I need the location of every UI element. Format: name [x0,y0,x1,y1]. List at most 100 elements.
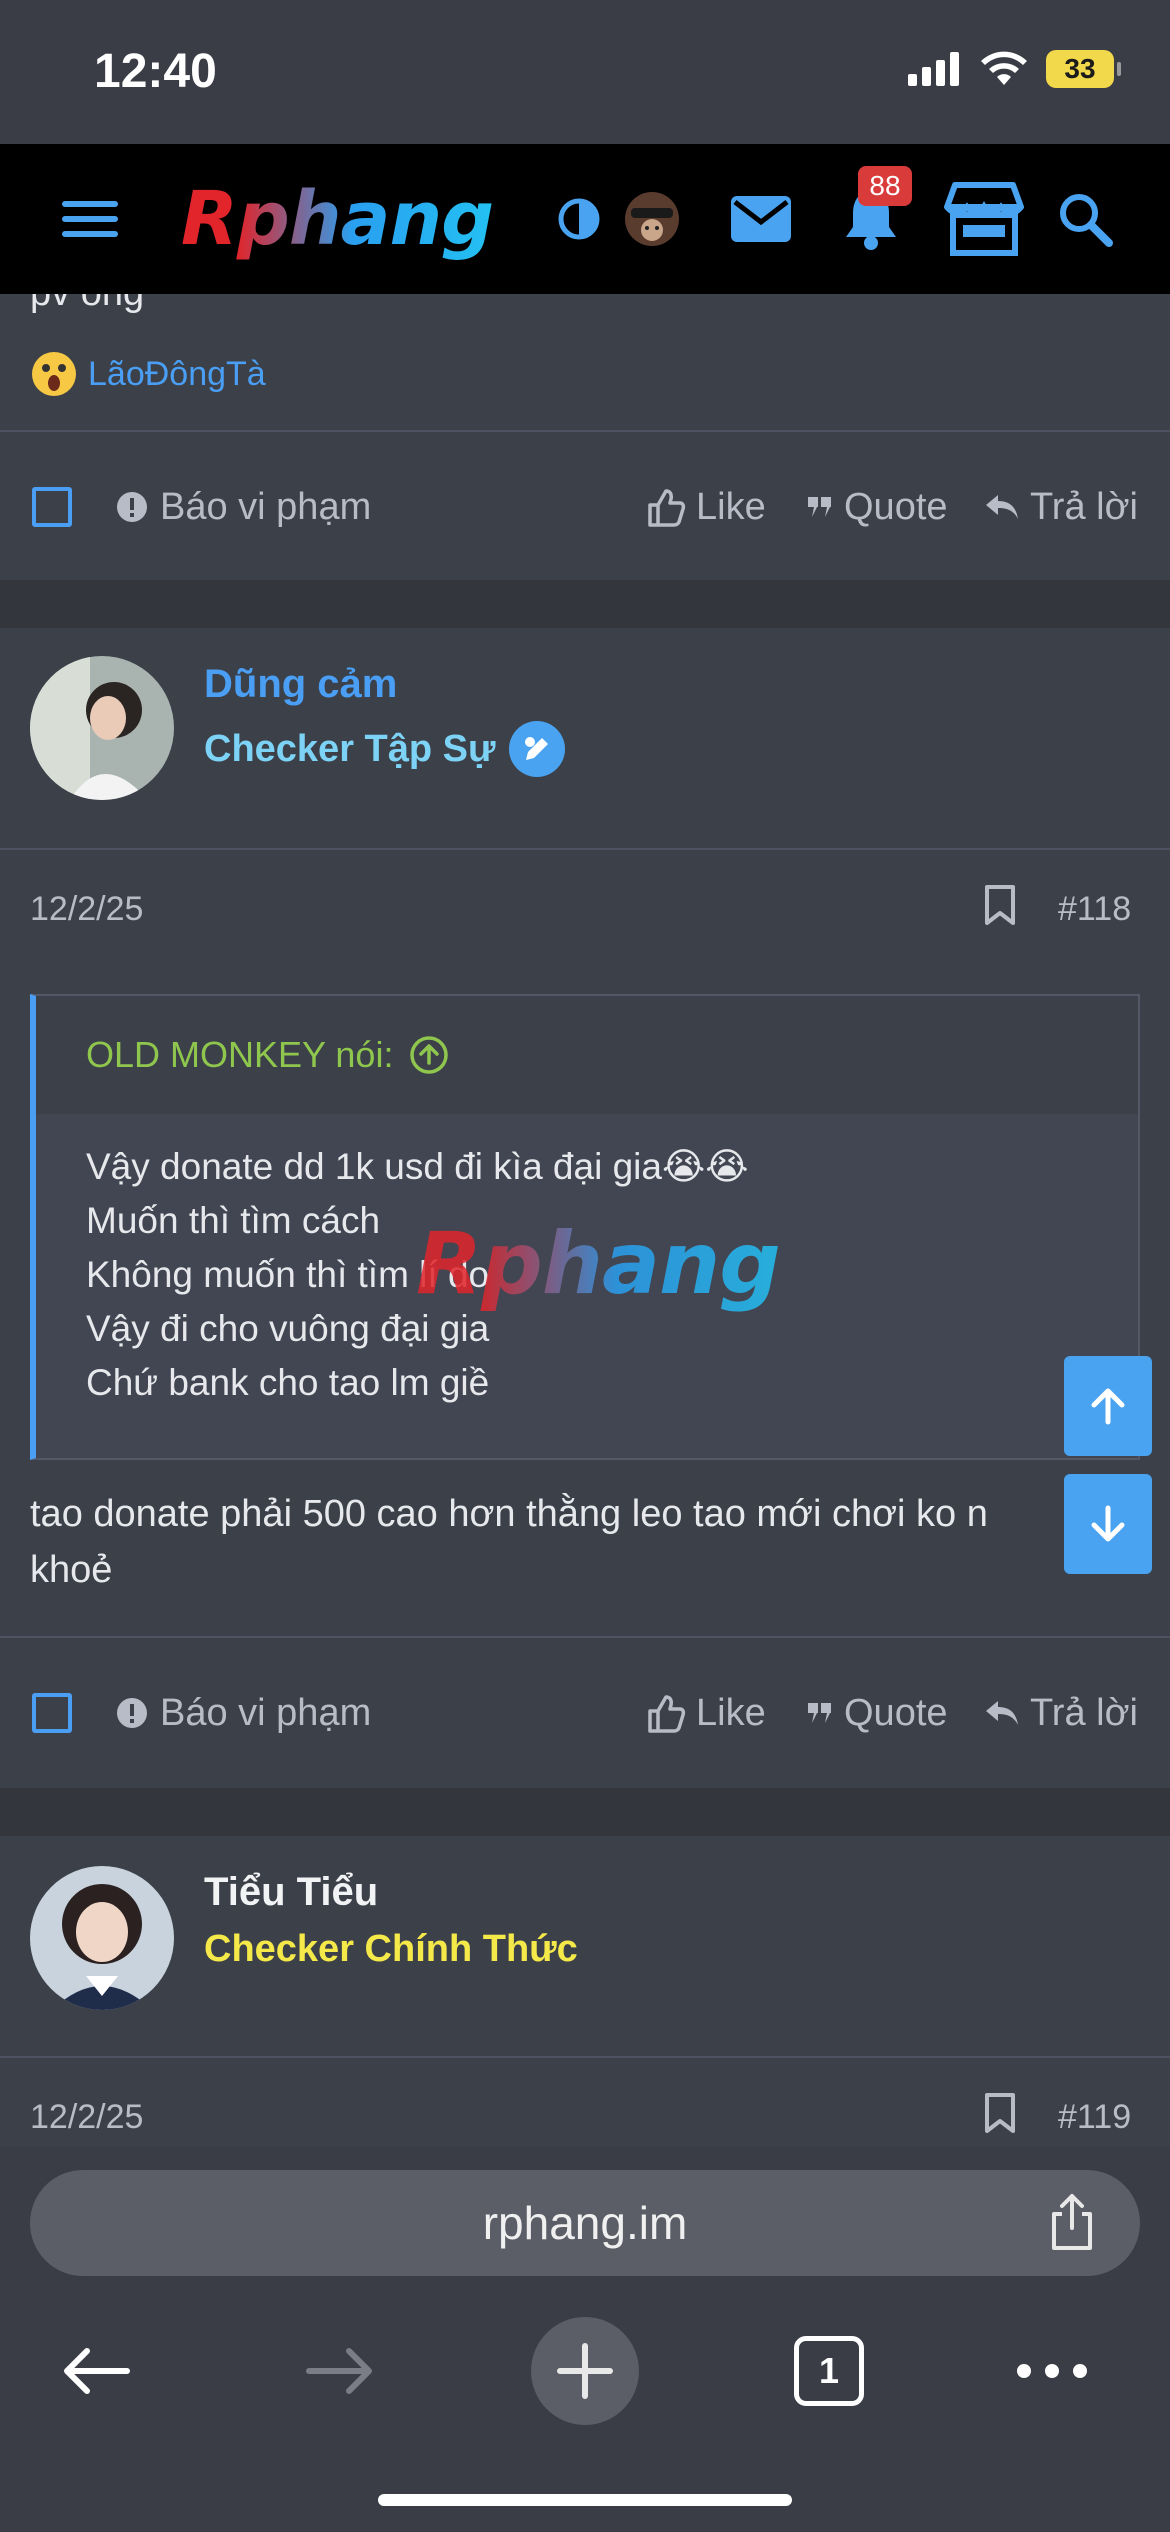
avatar[interactable] [30,1866,174,2010]
user-avatar-image [30,656,174,800]
bookmark-button[interactable] [984,2092,1016,2139]
post-number[interactable]: #118 [1058,890,1131,929]
post-separator [0,580,1170,628]
quote-label: Quote [844,485,948,528]
post-date[interactable]: 12/2/25 [30,2098,143,2137]
hamburger-icon [62,201,118,237]
surprised-emoji-icon [32,352,76,396]
post-body-line: khoẻ [30,1549,113,1591]
reply-label: Trả lời [1030,485,1138,528]
battery-indicator: 33 [1046,50,1121,88]
select-checkbox[interactable] [32,1638,72,1788]
like-label: Like [696,485,766,528]
post-date[interactable]: 12/2/25 [30,890,143,929]
reply-icon [986,1701,1018,1725]
username-link[interactable]: Dũng cảm [204,662,397,707]
site-logo[interactable]: Rphang [164,144,510,294]
post-body-line: tao donate phải 500 cao hơn thằng leo ta… [30,1493,988,1535]
quote-block: OLD MONKEY nói: Vậy donate dd 1k usd đi … [30,994,1140,1460]
reply-label: Trả lời [1030,1691,1138,1734]
post-118: Dũng cảm Checker Tập Sự 12/2/25 #118 OLD… [0,628,1170,1788]
thumbs-up-icon [648,489,686,527]
thread-content: pv ông LãoĐôngTà Báo vi phạm Like Quote [0,294,1170,2146]
scroll-bottom-button[interactable] [1064,1474,1152,1574]
divider [0,848,1170,850]
status-bar: 12:40 33 [0,0,1170,144]
contrast-icon [558,198,600,240]
quote-header[interactable]: OLD MONKEY nói: [36,996,1138,1114]
verified-pen-icon [508,721,565,777]
forward-button[interactable] [300,2316,380,2426]
quote-label: Quote [844,1691,948,1734]
arrow-down-icon [1091,1505,1125,1542]
user-role: Checker Tập Sự [204,720,566,778]
user-avatar-image [30,1866,174,2010]
bookmark-icon [985,2093,1015,2133]
status-time: 12:40 [94,45,217,98]
thumbs-up-icon [648,1695,686,1733]
home-indicator [378,2494,792,2506]
reply-icon [986,495,1018,519]
like-button[interactable]: Like [646,1638,766,1788]
url-text: rphang.im [482,2197,688,2249]
quote-icon [808,497,831,517]
reaction-row[interactable]: LãoĐôngTà [30,350,266,398]
divider [0,2056,1170,2058]
alert-icon [117,492,147,522]
scroll-top-button[interactable] [1064,1356,1152,1456]
browser-toolbar: rphang.im 1 [0,2146,1170,2532]
tabs-button[interactable]: 1 [790,2316,868,2426]
theme-toggle[interactable] [554,144,604,294]
quote-button[interactable]: Quote [806,1638,948,1788]
more-button[interactable] [1012,2316,1092,2426]
user-avatar-button[interactable] [622,144,682,294]
post-actions: Báo vi phạm Like Quote Trả lời [0,1638,1170,1788]
quote-author: OLD MONKEY nói: [86,1034,394,1075]
watermark: Rphang [416,1214,781,1314]
reply-button[interactable]: Trả lời [984,432,1138,582]
store-button[interactable] [940,144,1028,294]
quote-button[interactable]: Quote [806,432,948,582]
back-arrow-icon [64,2348,130,2394]
address-bar[interactable]: rphang.im [30,2170,1140,2276]
site-navbar: Rphang 88 [0,144,1170,294]
post-separator [0,1788,1170,1836]
share-icon[interactable] [1046,2192,1098,2252]
post-previous: pv ông LãoĐôngTà Báo vi phạm Like Quote [0,294,1170,580]
menu-button[interactable] [52,144,128,294]
report-button[interactable]: Báo vi phạm [116,1638,371,1788]
back-button[interactable] [56,2316,136,2426]
username-link[interactable]: Tiểu Tiểu [204,1870,378,1915]
report-label: Báo vi phạm [160,1691,372,1734]
new-tab-button[interactable] [530,2316,640,2426]
store-icon [944,182,1024,256]
signal-icon [908,52,959,86]
reaction-user-link[interactable]: LãoĐôngTà [88,355,266,394]
quote-line: Chứ bank cho tao lm giề [86,1362,490,1403]
post-119: Tiểu Tiểu Checker Chính Thức 12/2/25 #11… [0,1836,1170,2146]
more-dots-icon [1017,2364,1087,2378]
avatar[interactable] [30,656,174,800]
reply-button[interactable]: Trả lời [984,1638,1138,1788]
like-button[interactable]: Like [646,432,766,582]
watermark-text: Rphang [416,1214,781,1314]
select-checkbox[interactable] [32,432,72,582]
post-number[interactable]: #119 [1058,2098,1131,2137]
like-label: Like [696,1691,766,1734]
bookmark-button[interactable] [984,884,1016,931]
search-button[interactable] [1054,144,1116,294]
search-icon [1060,194,1113,247]
arrow-up-circle-icon [410,1036,449,1074]
post-body: tao donate phải 500 cao hơn thằng leo ta… [30,1486,988,1598]
messages-button[interactable] [728,144,794,294]
notification-badge: 88 [858,166,912,206]
status-icons: 33 [908,50,1121,88]
tab-count: 1 [794,2336,864,2406]
monkey-avatar-icon [625,192,679,246]
report-button[interactable]: Báo vi phạm [116,432,371,582]
arrow-up-icon [1091,1388,1125,1425]
role-label: Checker Tập Sự [204,727,496,770]
logo-text: Rphang [180,176,494,262]
wifi-icon [981,51,1027,85]
report-label: Báo vi phạm [160,485,372,528]
